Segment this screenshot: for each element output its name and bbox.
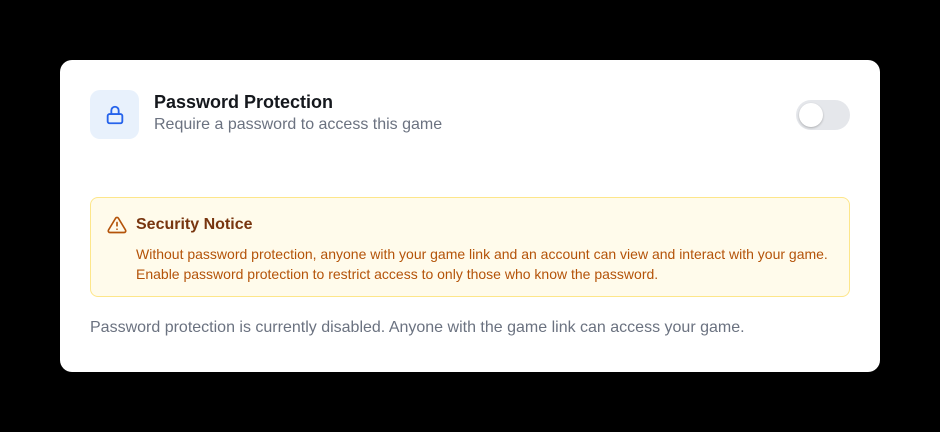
lock-icon — [106, 105, 123, 124]
password-protection-toggle[interactable] — [796, 100, 850, 130]
toggle-knob — [799, 103, 823, 127]
warning-triangle-icon — [107, 216, 127, 234]
setting-subtitle: Require a password to access this game — [154, 116, 443, 133]
notice-body: Without password protection, anyone with… — [136, 246, 828, 282]
notice-title: Security Notice — [136, 216, 253, 233]
password-protection-card: Password Protection Require a password t… — [60, 60, 880, 372]
status-text: Password protection is currently disable… — [90, 319, 745, 336]
security-notice: Security Notice Without password protect… — [90, 197, 850, 297]
setting-header: Password Protection Require a password t… — [90, 90, 850, 140]
lock-icon-tile — [90, 90, 139, 139]
setting-title: Password Protection — [154, 92, 334, 112]
